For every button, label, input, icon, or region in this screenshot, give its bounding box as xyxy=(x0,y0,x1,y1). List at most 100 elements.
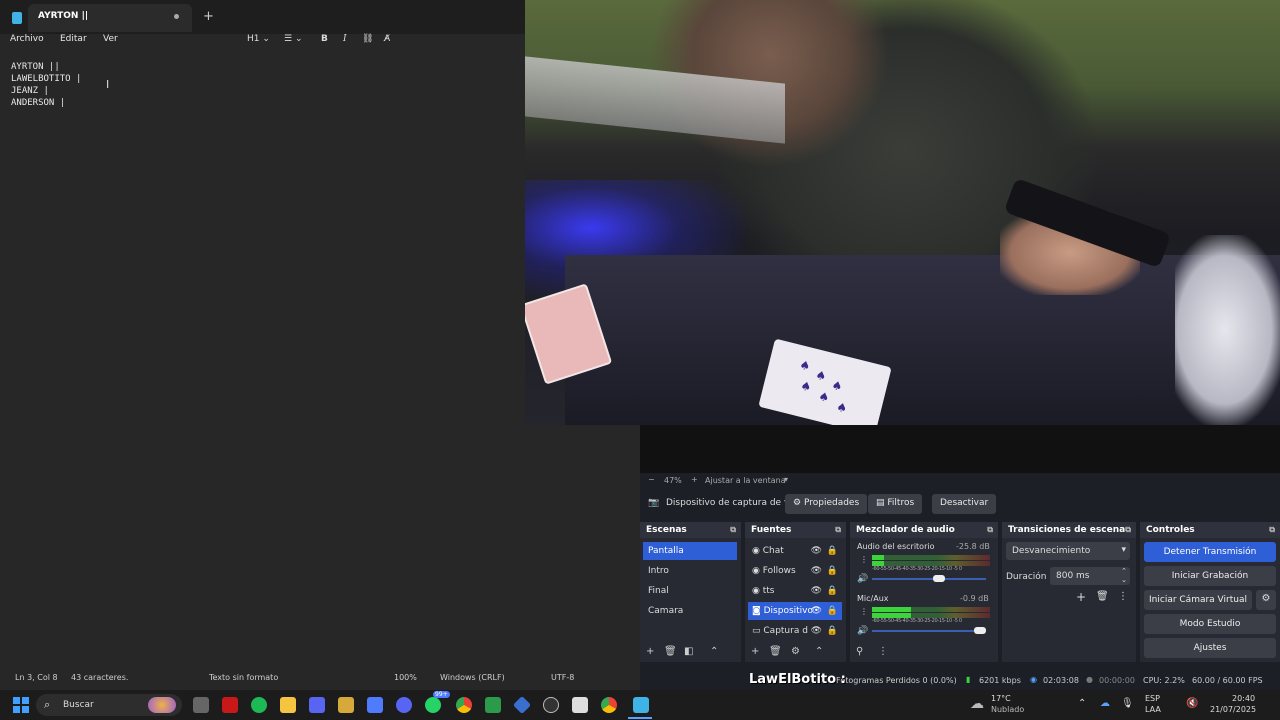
volume-slider-track[interactable] xyxy=(872,630,986,632)
new-tab-plus-icon[interactable]: + xyxy=(203,9,214,24)
dock-menu-icon[interactable]: ⧉ xyxy=(1125,525,1131,535)
dock-menu-icon[interactable]: ⧉ xyxy=(835,525,841,535)
gear-icon[interactable]: ⚙ xyxy=(791,646,800,657)
lock-icon[interactable]: 🔒 xyxy=(827,626,838,636)
volume-icon[interactable]: 🔊 xyxy=(857,574,868,584)
chevron-down-icon[interactable]: ▾ xyxy=(784,475,788,484)
bold-icon[interactable]: B xyxy=(321,34,328,44)
properties-button[interactable]: ⚙ Propiedades xyxy=(785,494,868,514)
trash-icon[interactable]: 🗑 xyxy=(664,646,677,657)
app-red-icon[interactable] xyxy=(222,697,238,713)
chevron-up-icon[interactable]: ⌃ xyxy=(1078,698,1086,709)
more-vertical-icon[interactable]: ⋮ xyxy=(860,607,868,616)
microphone-icon[interactable]: 🎙 xyxy=(1121,698,1134,709)
taskbar-search[interactable]: ⌕ Buscar xyxy=(36,694,182,716)
transition-type-select[interactable]: Desvanecimiento ▾ xyxy=(1006,542,1130,560)
file-explorer-icon[interactable] xyxy=(280,697,296,713)
eye-icon[interactable]: 👁 xyxy=(811,546,822,556)
filter-icon[interactable]: ◧ xyxy=(684,646,693,657)
eye-icon[interactable]: 👁 xyxy=(811,566,822,576)
volume-slider-handle[interactable] xyxy=(933,575,945,582)
weather-temp[interactable]: 17°C xyxy=(991,694,1011,703)
filters-button[interactable]: ▤ Filtros xyxy=(868,494,923,514)
windows-start-icon[interactable] xyxy=(13,697,29,713)
start-recording-button[interactable]: Iniciar Grabación xyxy=(1144,566,1276,586)
link-icon[interactable]: ⛓ xyxy=(362,34,373,44)
input-layout[interactable]: LAA xyxy=(1145,705,1161,714)
fit-window-dropdown[interactable]: Ajustar a la ventana xyxy=(705,476,786,485)
zoom-out-button[interactable]: − xyxy=(648,475,655,484)
app-purple-icon[interactable] xyxy=(309,697,325,713)
more-vertical-icon[interactable]: ⋮ xyxy=(860,555,868,564)
stop-streaming-button[interactable]: Detener Transmisión xyxy=(1144,542,1276,562)
app-green-icon[interactable] xyxy=(485,697,501,713)
menu-archivo[interactable]: Archivo xyxy=(10,34,44,44)
settings-button[interactable]: Ajustes xyxy=(1144,638,1276,658)
lock-icon[interactable]: 🔒 xyxy=(827,546,838,556)
scene-item-final[interactable]: Final xyxy=(643,582,737,600)
notepad-editor[interactable]: AYRTON || LAWELBOTITO | JEANZ | ANDERSON | xyxy=(11,61,611,661)
input-language[interactable]: ESP xyxy=(1145,694,1160,703)
lock-icon[interactable]: 🔒 xyxy=(827,606,838,616)
weather-desc[interactable]: Nublado xyxy=(991,705,1024,714)
app-white-icon[interactable] xyxy=(572,697,588,713)
zoom-in-button[interactable]: + xyxy=(691,475,698,484)
line-ending[interactable]: Windows (CRLF) xyxy=(440,673,505,682)
add-icon[interactable]: + xyxy=(646,646,654,657)
task-view-icon[interactable] xyxy=(193,697,209,713)
app-yellow-icon[interactable] xyxy=(338,697,354,713)
chevron-up-icon[interactable]: ⌃ xyxy=(815,646,823,657)
duration-input[interactable]: 800 ms ⌃ ⌄ xyxy=(1050,567,1130,585)
spotify-icon[interactable] xyxy=(251,697,267,713)
virtual-camera-settings-gear-icon[interactable]: ⚙ xyxy=(1256,590,1276,610)
chevron-up-icon[interactable]: ⌃ xyxy=(710,646,718,657)
trash-icon[interactable]: 🗑 xyxy=(1096,591,1109,602)
zoom-level[interactable]: 100% xyxy=(394,673,417,682)
dock-menu-icon[interactable]: ⧉ xyxy=(987,525,993,535)
obs-icon[interactable] xyxy=(543,697,559,713)
scene-item-intro[interactable]: Intro xyxy=(643,562,737,580)
text-format[interactable]: Texto sin formato xyxy=(209,673,278,682)
volume-icon[interactable]: 🔊 xyxy=(857,626,868,636)
eye-icon[interactable]: 👁 xyxy=(811,586,822,596)
stepper-icon[interactable]: ⌃ ⌄ xyxy=(1121,567,1127,585)
source-item-tts[interactable]: ◉ tts 👁 🔒 xyxy=(748,582,842,600)
scene-item-camara[interactable]: Camara xyxy=(643,602,737,620)
menu-editar[interactable]: Editar xyxy=(60,34,87,44)
unsaved-dot-icon[interactable] xyxy=(174,14,179,19)
lock-icon[interactable]: 🔒 xyxy=(827,586,838,596)
italic-icon[interactable]: I xyxy=(343,34,347,44)
scene-item-pantalla[interactable]: Pantalla xyxy=(643,542,737,560)
lock-icon[interactable]: 🔒 xyxy=(827,566,838,576)
discord-icon[interactable] xyxy=(396,697,412,713)
notepad-icon[interactable] xyxy=(633,697,649,713)
source-item-captura[interactable]: ▭ Captura d 👁 🔒 xyxy=(748,622,842,640)
deactivate-button[interactable]: Desactivar xyxy=(932,494,997,514)
volume-slider-track[interactable] xyxy=(872,578,986,580)
add-icon[interactable]: + xyxy=(751,646,759,657)
dock-menu-icon[interactable]: ⧉ xyxy=(1269,525,1275,535)
source-item-dispositivo[interactable]: ◙ Dispositivo 👁 🔒 xyxy=(748,602,842,620)
app-blue-cube-icon[interactable] xyxy=(367,697,383,713)
volume-slider-handle[interactable] xyxy=(974,627,986,634)
clear-format-icon[interactable]: A̸ xyxy=(384,34,390,44)
cloud-sync-icon[interactable]: ☁ xyxy=(1100,698,1110,709)
source-item-chat[interactable]: ◉ Chat 👁 🔒 xyxy=(748,542,842,560)
clock-time[interactable]: 20:40 xyxy=(1232,694,1255,703)
notepad-tab[interactable]: AYRTON || xyxy=(28,4,192,32)
studio-mode-button[interactable]: Modo Estudio xyxy=(1144,614,1276,634)
trash-icon[interactable]: 🗑 xyxy=(769,646,782,657)
speaker-muted-icon[interactable]: 🔇 xyxy=(1186,698,1198,709)
encoding[interactable]: UTF-8 xyxy=(551,673,574,682)
eye-icon[interactable]: 👁 xyxy=(811,626,822,636)
heading-dropdown[interactable]: H1 ⌄ xyxy=(247,34,270,44)
app-diamond-icon[interactable] xyxy=(512,695,532,715)
chrome-icon[interactable] xyxy=(456,697,472,713)
link-icon[interactable]: ⚲ xyxy=(856,646,863,657)
more-vertical-icon[interactable]: ⋮ xyxy=(878,646,888,657)
dock-menu-icon[interactable]: ⧉ xyxy=(730,525,736,535)
source-item-follows[interactable]: ◉ Follows 👁 🔒 xyxy=(748,562,842,580)
eye-icon[interactable]: 👁 xyxy=(811,606,822,616)
menu-ver[interactable]: Ver xyxy=(103,34,118,44)
add-icon[interactable]: + xyxy=(1076,590,1086,604)
